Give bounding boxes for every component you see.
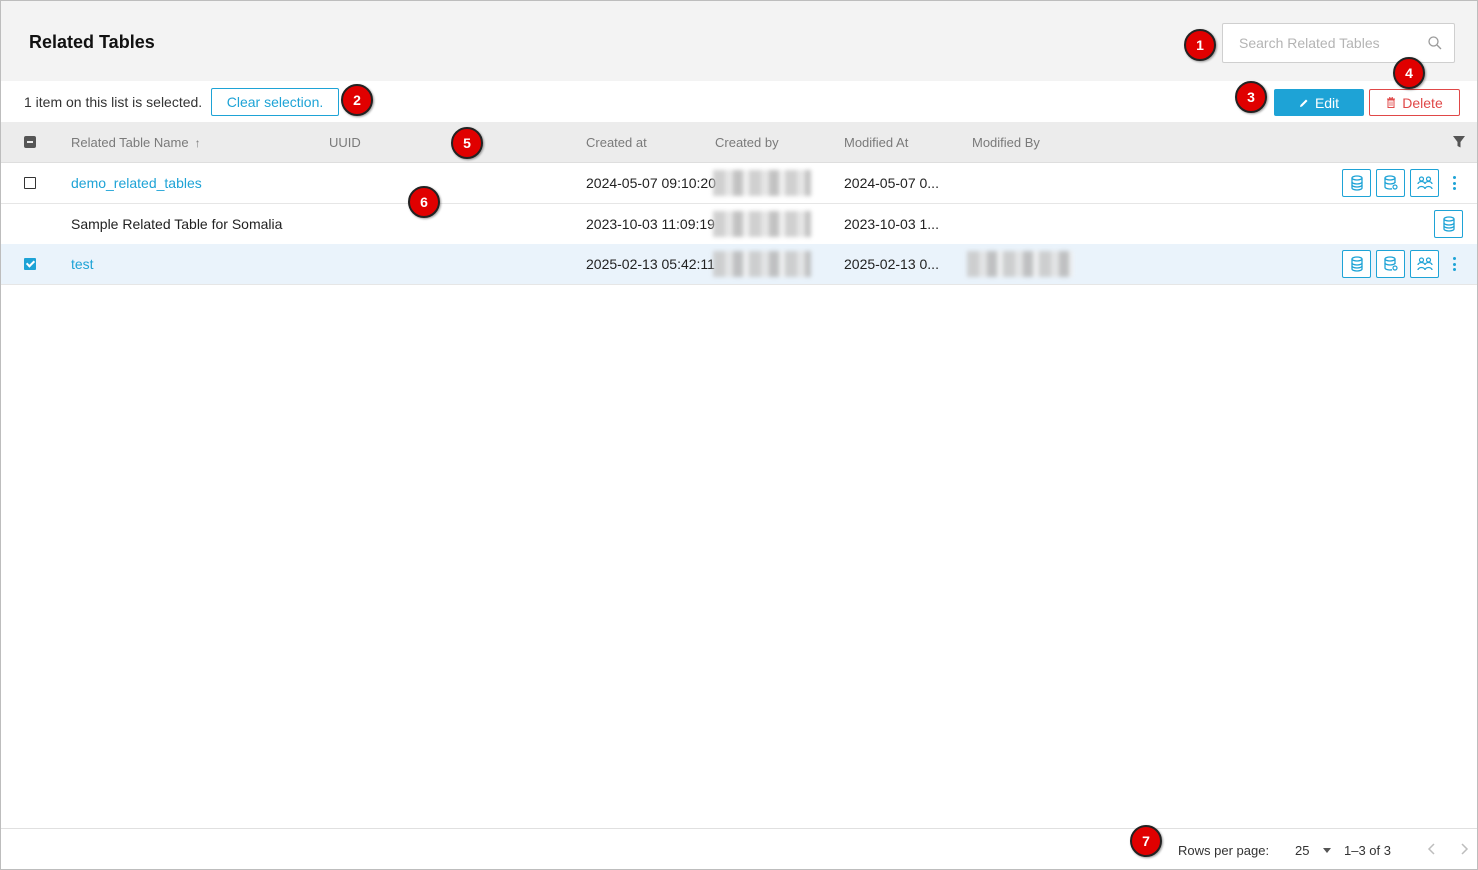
rows-per-page-select[interactable]: 25 — [1295, 843, 1309, 858]
users-action-button[interactable] — [1410, 169, 1439, 197]
annotation-marker-5: 5 — [451, 127, 483, 159]
modified-at-cell: 2025-02-13 0... — [844, 256, 939, 272]
related-table-name-link[interactable]: test — [71, 256, 94, 272]
table-row[interactable]: Sample Related Table for Somalia 2023-10… — [1, 204, 1477, 245]
redacted-created-by — [713, 170, 811, 196]
search-icon[interactable] — [1427, 35, 1443, 51]
more-options-icon[interactable] — [1450, 173, 1458, 193]
selection-status-text: 1 item on this list is selected. — [24, 94, 203, 110]
table-header: Related Table Name ↑ UUID Created at Crea… — [1, 122, 1477, 163]
database-settings-button[interactable] — [1376, 250, 1405, 278]
created-at-cell: 2025-02-13 05:42:11 — [586, 256, 715, 272]
sort-ascending-icon[interactable]: ↑ — [195, 136, 201, 150]
database-icon — [1442, 216, 1455, 232]
database-settings-icon — [1383, 175, 1398, 190]
redacted-created-by — [713, 211, 811, 237]
delete-button-label: Delete — [1402, 94, 1443, 111]
annotation-marker-2: 2 — [341, 84, 373, 116]
column-header-name[interactable]: Related Table Name ↑ — [71, 135, 201, 150]
edit-button[interactable]: Edit — [1274, 89, 1364, 116]
page-title: Related Tables — [29, 32, 155, 52]
modified-at-cell: 2023-10-03 1... — [844, 216, 939, 232]
filter-icon[interactable] — [1452, 135, 1466, 149]
chevron-left-icon[interactable] — [1425, 841, 1439, 857]
edit-button-label: Edit — [1314, 94, 1340, 111]
column-header-modified-by[interactable]: Modified By — [972, 135, 1040, 150]
users-group-icon — [1416, 257, 1433, 271]
more-options-icon[interactable] — [1450, 254, 1458, 274]
database-settings-button[interactable] — [1376, 169, 1405, 197]
users-action-button[interactable] — [1410, 250, 1439, 278]
rows-per-page-label: Rows per page: — [1178, 843, 1270, 858]
database-settings-icon — [1383, 256, 1398, 271]
column-header-name-label: Related Table Name — [71, 135, 189, 150]
search-box[interactable] — [1222, 23, 1455, 63]
annotation-marker-6: 6 — [408, 186, 440, 218]
table-row[interactable]: demo_related_tables 2024-05-07 09:10:20 … — [1, 163, 1477, 204]
database-action-button[interactable] — [1434, 210, 1463, 238]
redacted-created-by — [713, 251, 811, 277]
annotation-marker-4: 4 — [1393, 57, 1425, 89]
created-at-cell: 2023-10-03 11:09:19 — [586, 216, 715, 232]
modified-at-cell: 2024-05-07 0... — [844, 175, 939, 191]
select-all-checkbox[interactable] — [24, 136, 36, 148]
column-header-created-by[interactable]: Created by — [715, 135, 779, 150]
search-input[interactable] — [1223, 24, 1423, 62]
created-at-cell: 2024-05-07 09:10:20 — [586, 175, 716, 191]
caret-down-icon[interactable] — [1323, 848, 1331, 853]
related-table-name-link[interactable]: demo_related_tables — [71, 175, 202, 191]
annotation-marker-3: 3 — [1235, 81, 1267, 113]
row-checkbox-checked[interactable] — [24, 258, 36, 270]
users-group-icon — [1416, 176, 1433, 190]
database-action-button[interactable] — [1342, 169, 1371, 197]
redacted-modified-by — [967, 251, 1073, 277]
related-table-name: Sample Related Table for Somalia — [71, 216, 283, 232]
table-row[interactable]: test 2025-02-13 05:42:11 2025-02-13 0... — [1, 244, 1477, 285]
pencil-icon — [1299, 99, 1308, 107]
annotation-marker-1: 1 — [1184, 29, 1216, 61]
row-checkbox[interactable] — [24, 177, 36, 189]
column-header-created-at[interactable]: Created at — [586, 135, 647, 150]
database-icon — [1350, 256, 1363, 272]
column-header-uuid[interactable]: UUID — [329, 135, 361, 150]
delete-button[interactable]: Delete — [1369, 89, 1460, 116]
database-action-button[interactable] — [1342, 250, 1371, 278]
page-header: Related Tables — [1, 1, 1477, 81]
database-icon — [1350, 175, 1363, 191]
clear-selection-button[interactable]: Clear selection. — [211, 88, 339, 116]
trash-icon — [1387, 97, 1396, 108]
chevron-right-icon[interactable] — [1457, 841, 1471, 857]
pagination-footer: Rows per page: 25 1–3 of 3 — [1, 828, 1477, 869]
column-header-modified-at[interactable]: Modified At — [844, 135, 908, 150]
pagination-range: 1–3 of 3 — [1344, 843, 1391, 858]
annotation-marker-7: 7 — [1130, 825, 1162, 857]
